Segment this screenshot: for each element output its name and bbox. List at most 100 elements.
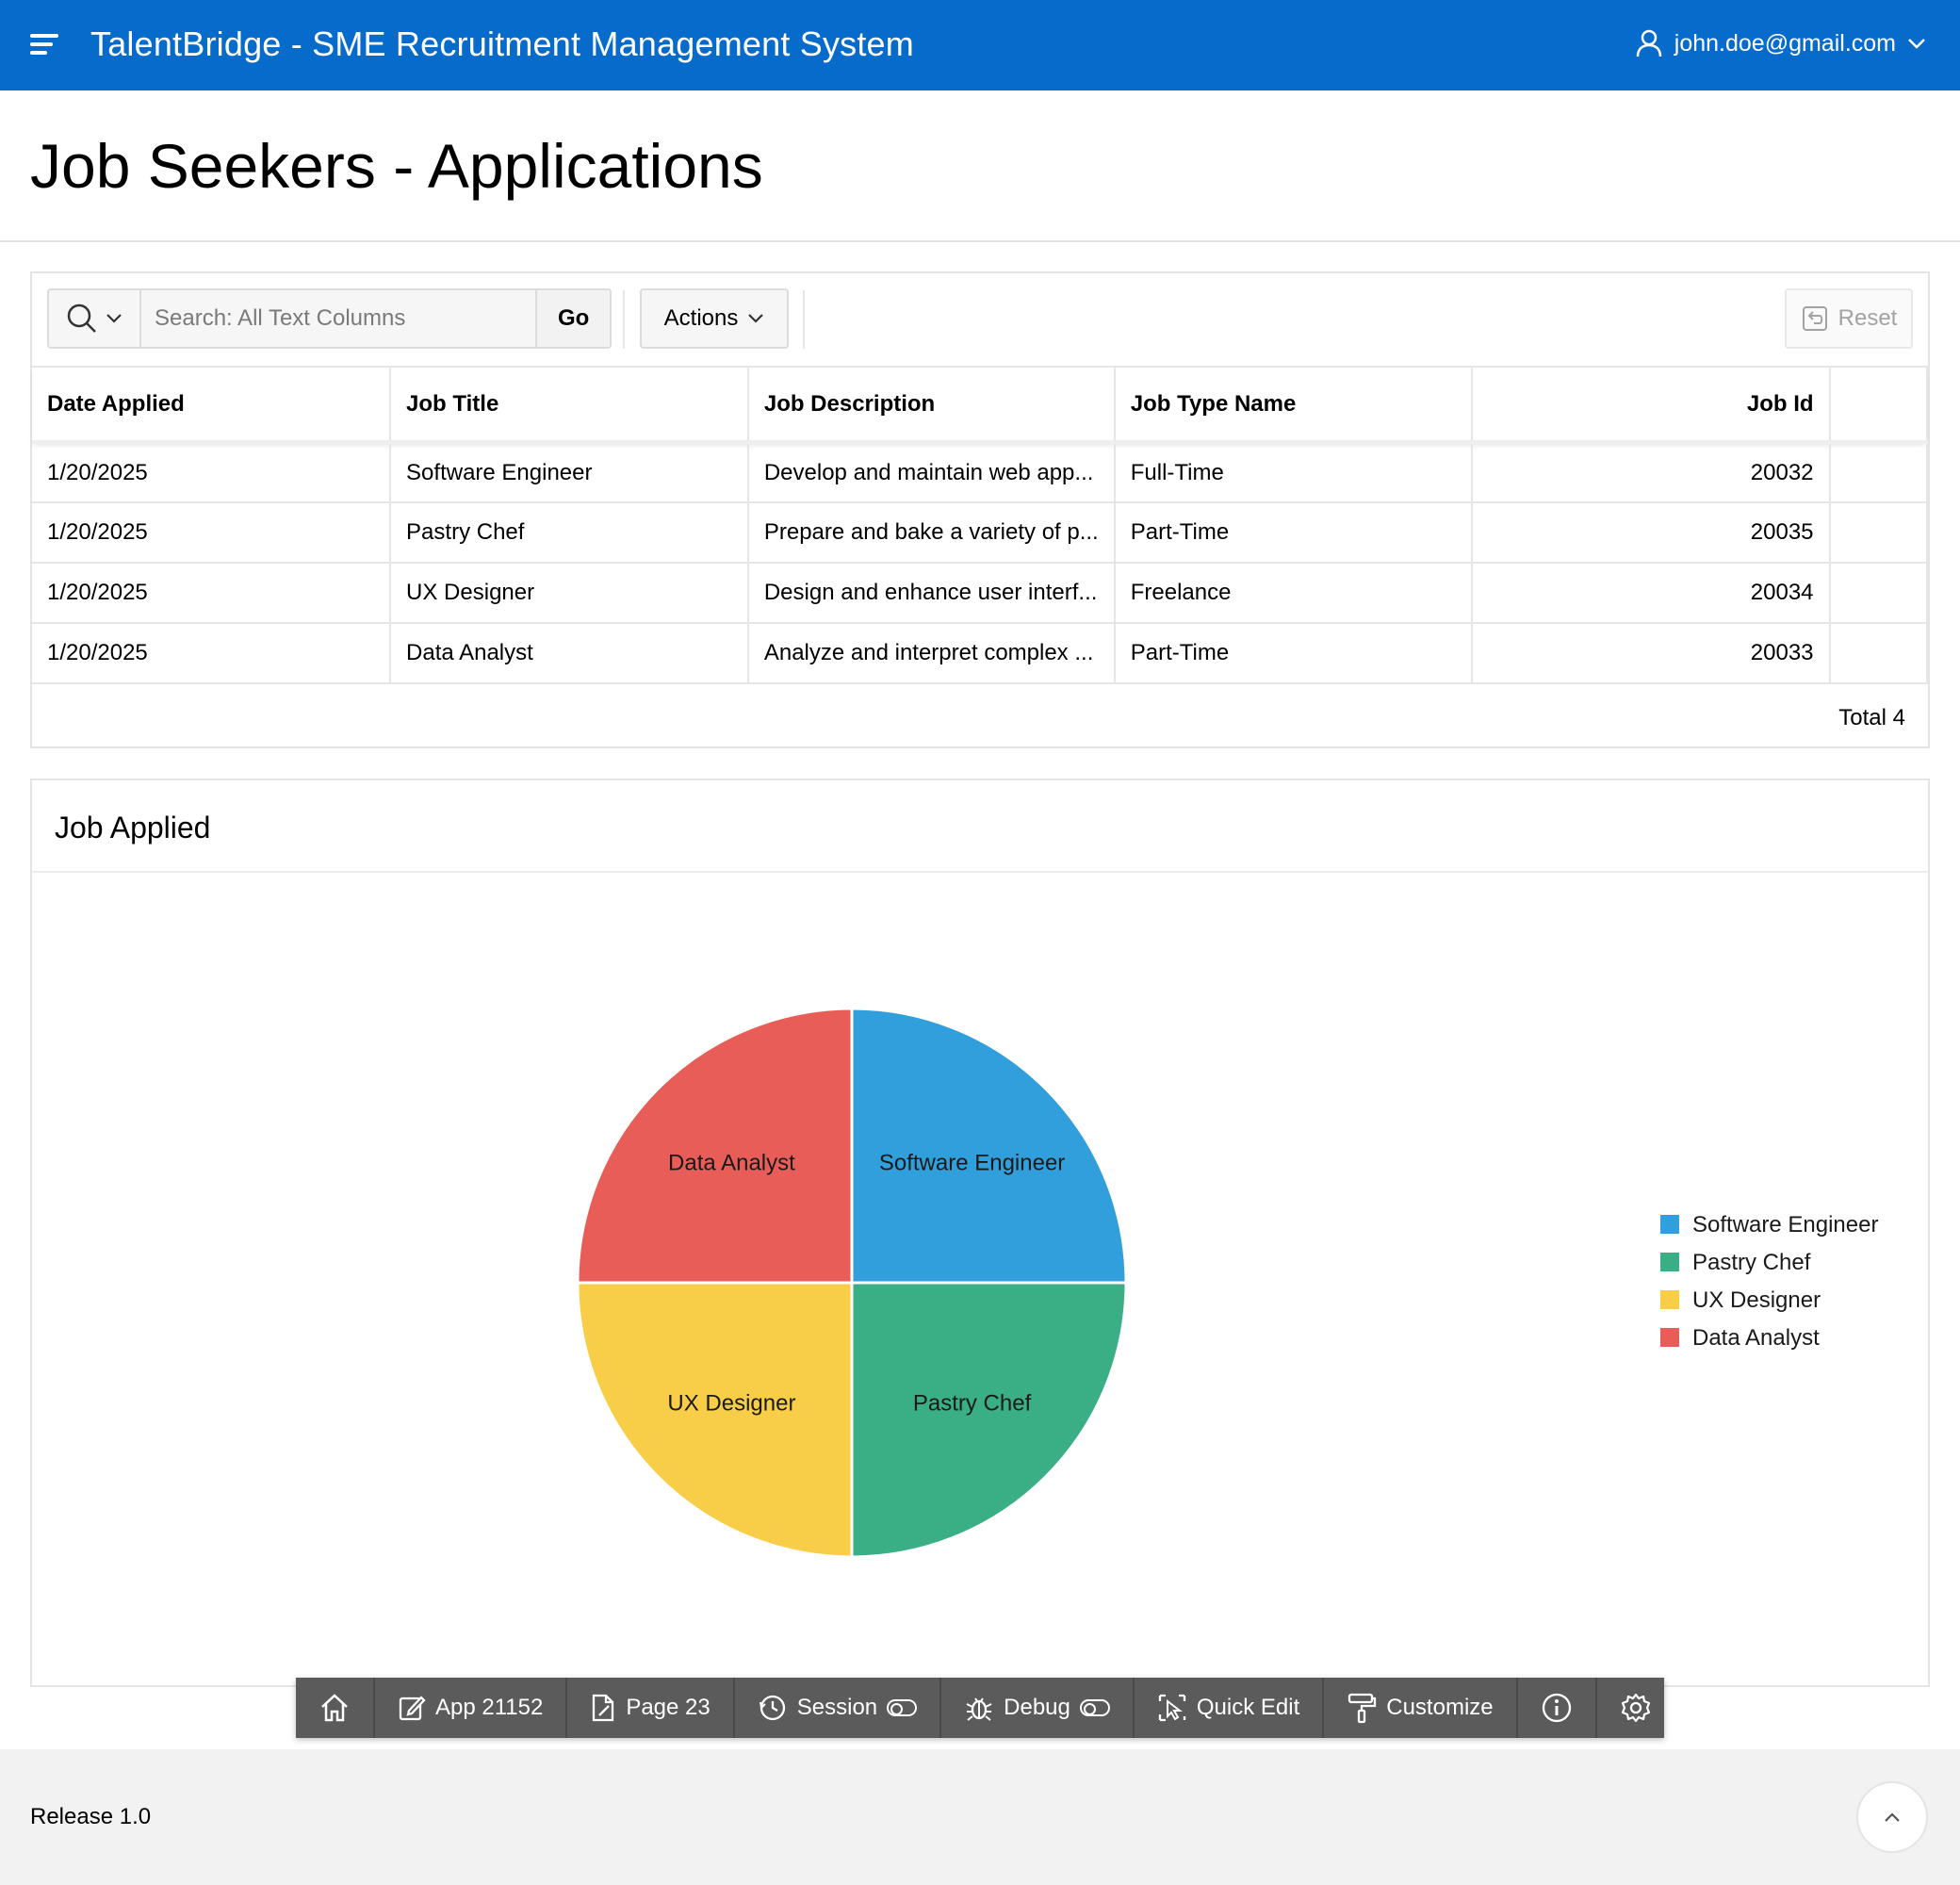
report-table: Date Applied Job Title Job Description J… xyxy=(32,366,1929,684)
user-email: john.doe@gmail.com xyxy=(1674,29,1896,57)
dev-app-label: App 21152 xyxy=(435,1695,544,1720)
top-navigation-bar: TalentBridge - SME Recruitment Managemen… xyxy=(0,0,1960,90)
search-input[interactable] xyxy=(141,290,535,347)
dev-page-label: Page 23 xyxy=(626,1695,710,1720)
home-icon xyxy=(321,1694,348,1722)
cell-date-applied: 1/20/2025 xyxy=(32,622,392,684)
reset-label: Reset xyxy=(1838,305,1898,331)
cell-job-description: Design and enhance user interf... xyxy=(747,562,1116,623)
chart-region-title: Job Applied xyxy=(55,811,211,844)
go-button[interactable]: Go xyxy=(535,290,611,347)
gear-icon xyxy=(1621,1693,1650,1723)
cell-job-title: UX Designer xyxy=(390,562,749,623)
report-toolbar: Go Actions Reset xyxy=(32,273,1928,366)
dev-settings-button[interactable] xyxy=(1597,1678,1674,1738)
legend-item-data-analyst[interactable]: Data Analyst xyxy=(1660,1325,1820,1351)
pie-slice-data-analyst[interactable] xyxy=(576,1007,854,1285)
legend-swatch xyxy=(1660,1215,1679,1234)
cell-job-title: Pastry Chef xyxy=(390,501,749,563)
reset-icon xyxy=(1802,306,1827,331)
chart-region-header: Job Applied xyxy=(32,780,1928,873)
column-header-date-applied[interactable]: Date Applied xyxy=(32,366,392,442)
dev-session-button[interactable]: Session xyxy=(735,1678,942,1738)
table-row: 1/20/2025 UX Designer Design and enhance… xyxy=(32,562,1929,623)
cell-job-type-name: Freelance xyxy=(1114,562,1473,623)
actions-button[interactable]: Actions xyxy=(640,288,789,349)
legend-swatch xyxy=(1660,1253,1679,1271)
legend-item-pastry-chef[interactable]: Pastry Chef xyxy=(1660,1250,1811,1275)
report-total: Total 4 xyxy=(1838,705,1905,730)
cell-date-applied: 1/20/2025 xyxy=(32,501,392,563)
hamburger-menu-icon[interactable] xyxy=(26,28,60,62)
dev-info-button[interactable] xyxy=(1518,1678,1597,1738)
scroll-to-top-button[interactable] xyxy=(1856,1781,1928,1853)
session-toggle-icon[interactable] xyxy=(887,1699,918,1716)
search-column-selector[interactable] xyxy=(49,290,141,347)
search-group: Go xyxy=(47,288,612,349)
dev-page-button[interactable]: Page 23 xyxy=(567,1678,735,1738)
cell-date-applied: 1/20/2025 xyxy=(32,562,392,623)
user-menu[interactable]: john.doe@gmail.com xyxy=(1635,28,1926,58)
dev-customize-button[interactable]: Customize xyxy=(1324,1678,1518,1738)
legend-label: UX Designer xyxy=(1692,1287,1821,1313)
dev-session-label: Session xyxy=(796,1695,878,1720)
dev-debug-button[interactable]: Debug xyxy=(941,1678,1135,1738)
legend-item-software-engineer[interactable]: Software Engineer xyxy=(1660,1212,1878,1238)
cell-spacer xyxy=(1829,562,1929,623)
column-header-job-description[interactable]: Job Description xyxy=(747,366,1116,442)
cell-job-id: 20032 xyxy=(1471,440,1831,502)
page-header: Job Seekers - Applications xyxy=(0,90,1960,242)
column-header-job-id[interactable]: Job Id xyxy=(1471,366,1831,442)
dev-quick-edit-label: Quick Edit xyxy=(1196,1695,1300,1720)
pie-slice-software-engineer[interactable] xyxy=(850,1007,1128,1285)
edit-icon xyxy=(399,1696,426,1721)
column-header-job-title[interactable]: Job Title xyxy=(390,366,749,442)
column-header-job-type-name[interactable]: Job Type Name xyxy=(1114,366,1473,442)
page-footer: Release 1.0 xyxy=(0,1749,1960,1885)
legend-item-ux-designer[interactable]: UX Designer xyxy=(1660,1287,1821,1313)
dev-customize-label: Customize xyxy=(1386,1695,1494,1720)
app-title[interactable]: TalentBridge - SME Recruitment Managemen… xyxy=(90,25,914,64)
table-header-row: Date Applied Job Title Job Description J… xyxy=(32,366,1929,442)
cell-spacer xyxy=(1829,501,1929,563)
cell-spacer xyxy=(1829,440,1929,502)
legend-swatch xyxy=(1660,1328,1679,1347)
cell-job-description: Develop and maintain web app... xyxy=(747,440,1116,502)
info-icon xyxy=(1542,1693,1571,1723)
cell-spacer xyxy=(1829,622,1929,684)
dev-quick-edit-button[interactable]: Quick Edit xyxy=(1135,1678,1325,1738)
cell-date-applied: 1/20/2025 xyxy=(32,440,392,502)
table-row: 1/20/2025 Data Analyst Analyze and inter… xyxy=(32,622,1929,684)
dev-app-button[interactable]: App 21152 xyxy=(375,1678,568,1738)
release-version: Release 1.0 xyxy=(30,1804,152,1829)
dev-home-button[interactable] xyxy=(296,1678,375,1738)
table-row: 1/20/2025 Software Engineer Develop and … xyxy=(32,440,1929,502)
cell-job-id: 20034 xyxy=(1471,562,1831,623)
cell-job-id: 20035 xyxy=(1471,501,1831,563)
cell-job-id: 20033 xyxy=(1471,622,1831,684)
cell-job-type-name: Full-Time xyxy=(1114,440,1473,502)
toolbar-divider xyxy=(803,290,805,349)
quick-edit-icon xyxy=(1158,1694,1186,1722)
pie-slice-ux-designer[interactable] xyxy=(576,1281,854,1559)
dev-debug-label: Debug xyxy=(1004,1695,1070,1720)
pie-slice-pastry-chef[interactable] xyxy=(850,1281,1128,1559)
chevron-down-icon xyxy=(1908,39,1925,49)
reset-button[interactable]: Reset xyxy=(1785,288,1913,349)
page-title: Job Seekers - Applications xyxy=(30,131,763,201)
cell-job-description: Prepare and bake a variety of p... xyxy=(747,501,1116,563)
chevron-down-icon xyxy=(106,314,122,323)
debug-toggle-icon[interactable] xyxy=(1079,1699,1110,1716)
developer-toolbar: App 21152 Page 23 Session Debug Quick Ed… xyxy=(296,1678,1664,1738)
legend-label: Data Analyst xyxy=(1692,1325,1820,1351)
chevron-down-icon xyxy=(748,314,764,323)
applications-report: Go Actions Reset Date Applied Job Title … xyxy=(30,271,1930,748)
job-applied-chart-region: Job Applied Software Engineer Pastry Chef… xyxy=(30,779,1930,1687)
clock-icon xyxy=(759,1695,785,1721)
pie-slice-label: Data Analyst xyxy=(668,1150,795,1175)
actions-label: Actions xyxy=(663,305,739,331)
bug-icon xyxy=(966,1697,992,1721)
cell-job-type-name: Part-Time xyxy=(1114,622,1473,684)
cell-job-description: Analyze and interpret complex ... xyxy=(747,622,1116,684)
pie-slice-label: UX Designer xyxy=(667,1391,795,1417)
